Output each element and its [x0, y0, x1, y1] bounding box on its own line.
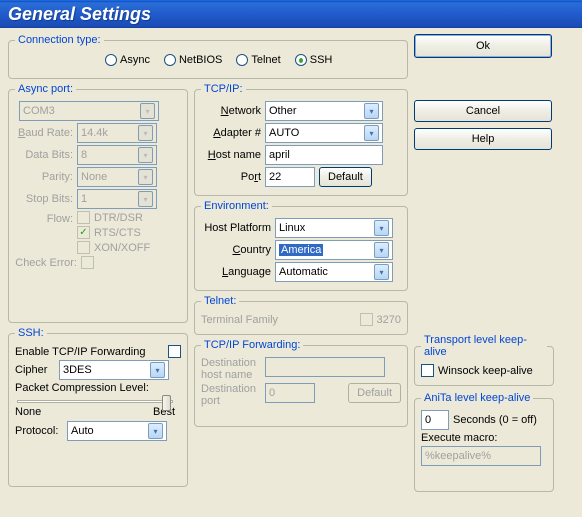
keepalive-seconds-input[interactable]: [421, 410, 449, 430]
ssh-group: SSH: Enable TCP/IP Forwarding Cipher 3DE…: [8, 327, 188, 487]
tcpip-legend: TCP/IP:: [201, 83, 246, 95]
protocol-select[interactable]: Auto ▾: [67, 421, 167, 441]
adapter-label: Adapter #: [201, 127, 261, 139]
parity-select: None ▾: [77, 167, 157, 187]
language-select[interactable]: Automatic ▾: [275, 262, 393, 282]
cancel-button[interactable]: Cancel: [414, 100, 552, 122]
chevron-down-icon: ▾: [148, 423, 163, 439]
baud-rate-select: 14.4k ▾: [77, 123, 157, 143]
dtr-dsr-checkbox: [77, 211, 90, 224]
async-port-group: Async port: COM3 ▾ BBaud Rate:aud Rate: …: [8, 83, 188, 323]
async-port-select: COM3 ▾: [19, 101, 159, 121]
protocol-label: Protocol:: [15, 425, 63, 437]
language-label: Language: [201, 266, 271, 278]
rts-cts-checkbox: [77, 226, 90, 239]
stop-bits-label: Stop Bits:: [15, 193, 73, 205]
environment-legend: Environment:: [201, 200, 272, 212]
parity-label: Parity:: [15, 171, 73, 183]
chevron-down-icon: ▾: [374, 264, 389, 280]
cipher-label: Cipher: [15, 364, 55, 376]
keepalive-seconds-label: Seconds (0 = off): [453, 414, 537, 426]
port-default-button[interactable]: Default: [319, 167, 372, 187]
port-label: Port: [201, 171, 261, 183]
slider-thumb[interactable]: [162, 395, 171, 411]
tcpip-group: TCP/IP: Network Other ▾ Adapter # AUTO: [194, 83, 408, 196]
chevron-down-icon: ▾: [138, 169, 153, 185]
compression-slider[interactable]: [17, 400, 173, 403]
chevron-down-icon: ▾: [150, 362, 165, 378]
t3270-checkbox: [360, 313, 373, 326]
ssh-legend: SSH:: [15, 327, 47, 339]
transport-keepalive-legend: Transport level keep-alive: [421, 334, 547, 358]
adapter-select[interactable]: AUTO ▾: [265, 123, 383, 143]
country-label: Country: [201, 244, 271, 256]
check-error-label: Check Error:: [15, 257, 77, 269]
environment-group: Environment: Host Platform Linux ▾ Count…: [194, 200, 408, 291]
terminal-family-label: Terminal Family: [201, 314, 289, 326]
execute-macro-input: [421, 446, 541, 466]
chevron-down-icon: ▾: [138, 147, 153, 163]
anita-keepalive-group: AniTa level keep-alive Seconds (0 = off)…: [414, 392, 554, 492]
transport-keepalive-group: Transport level keep-alive Winsock keep-…: [414, 334, 554, 386]
dest-host-label: Destination host name: [201, 357, 261, 381]
network-label: Network: [201, 105, 261, 117]
radio-telnet[interactable]: Telnet: [236, 54, 280, 66]
flow-label: Flow:: [15, 213, 73, 225]
connection-type-group: Connection type: Async NetBIOS Telnet: [8, 34, 408, 79]
chevron-down-icon: ▾: [138, 191, 153, 207]
check-error-checkbox: [81, 256, 94, 269]
forwarding-legend: TCP/IP Forwarding:: [201, 339, 303, 351]
ok-button[interactable]: Ok: [414, 34, 552, 58]
data-bits-select: 8 ▾: [77, 145, 157, 165]
connection-type-legend: Connection type:: [15, 34, 104, 46]
dest-port-input: [265, 383, 315, 403]
radio-ssh[interactable]: SSH: [295, 54, 333, 66]
dest-port-label: Destination port: [201, 383, 261, 407]
platform-label: Host Platform: [201, 222, 271, 234]
cipher-select[interactable]: 3DES ▾: [59, 360, 169, 380]
stop-bits-select: 1 ▾: [77, 189, 157, 209]
chevron-down-icon: ▾: [374, 242, 389, 258]
winsock-keepalive-checkbox[interactable]: [421, 364, 434, 377]
chevron-down-icon: ▾: [140, 103, 155, 119]
forwarding-group: TCP/IP Forwarding: Destination host name…: [194, 339, 408, 427]
async-port-legend: Async port:: [15, 83, 76, 95]
ssh-forwarding-checkbox[interactable]: [168, 345, 181, 358]
chevron-down-icon: ▾: [364, 103, 379, 119]
dest-host-input: [265, 357, 385, 377]
chevron-down-icon: ▾: [138, 125, 153, 141]
platform-select[interactable]: Linux ▾: [275, 218, 393, 238]
chevron-down-icon: ▾: [374, 220, 389, 236]
ssh-forwarding-label: Enable TCP/IP Forwarding: [15, 346, 164, 358]
xon-xoff-checkbox: [77, 241, 90, 254]
radio-netbios[interactable]: NetBIOS: [164, 54, 222, 66]
help-button[interactable]: Help: [414, 128, 552, 150]
hostname-input[interactable]: [265, 145, 383, 165]
baud-rate-label: BBaud Rate:aud Rate:: [15, 127, 73, 139]
chevron-down-icon: ▾: [364, 125, 379, 141]
hostname-label: Host name: [201, 149, 261, 161]
radio-async[interactable]: Async: [105, 54, 150, 66]
execute-macro-label: Execute macro:: [421, 432, 497, 444]
anita-keepalive-legend: AniTa level keep-alive: [421, 392, 533, 404]
telnet-group: Telnet: Terminal Family 3270: [194, 295, 408, 335]
country-select[interactable]: America ▾: [275, 240, 393, 260]
forwarding-default-button: Default: [348, 383, 401, 403]
telnet-legend: Telnet:: [201, 295, 239, 307]
compression-label: Packet Compression Level:: [15, 382, 149, 394]
winsock-keepalive-label: Winsock keep-alive: [438, 365, 533, 377]
network-select[interactable]: Other ▾: [265, 101, 383, 121]
window-titlebar: General Settings: [0, 0, 582, 28]
data-bits-label: Data Bits:: [15, 149, 73, 161]
port-input[interactable]: [265, 167, 315, 187]
